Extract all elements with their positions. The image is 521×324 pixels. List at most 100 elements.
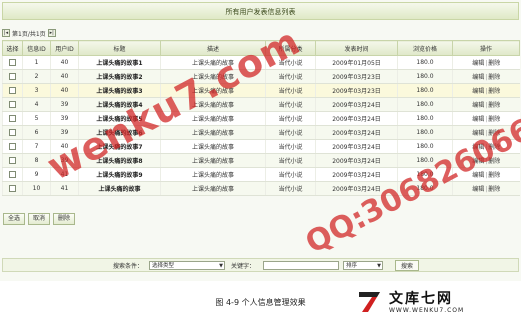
search-condition-label: 搜索条件： xyxy=(113,263,144,270)
type-select[interactable]: 选择类型 ▼ xyxy=(149,261,225,270)
row-select-checkbox[interactable] xyxy=(2,139,23,154)
logo-seven-icon xyxy=(359,292,380,312)
title-cell: 上课头痛的故事1 xyxy=(78,55,161,70)
row-select-checkbox[interactable] xyxy=(2,97,23,112)
info-id-cell: 1 xyxy=(22,55,51,70)
delete-link[interactable]: 删除 xyxy=(488,116,500,123)
publish-time-cell: 2009年03月23日 xyxy=(315,83,398,98)
price-cell: 180.0 xyxy=(397,125,453,140)
action-separator: | xyxy=(485,172,488,179)
action-separator: | xyxy=(485,186,488,193)
sort-select-value: 排序 xyxy=(346,263,358,269)
col-price: 浏览价格 xyxy=(397,40,453,56)
info-id-cell: 4 xyxy=(22,97,51,112)
cancel-button[interactable]: 取消 xyxy=(28,213,51,225)
col-info-id: 信息ID xyxy=(22,40,51,56)
delete-link[interactable]: 删除 xyxy=(488,88,500,95)
edit-link[interactable]: 编辑 xyxy=(472,116,484,123)
category-cell: 当代小说 xyxy=(265,125,316,140)
row-select-checkbox[interactable] xyxy=(2,83,23,98)
user-id-cell: 40 xyxy=(50,69,79,84)
publish-time-cell: 2009年03月23日 xyxy=(315,69,398,84)
price-cell: 180.0 xyxy=(397,55,453,70)
category-cell: 当代小说 xyxy=(265,181,316,196)
delete-link[interactable]: 删除 xyxy=(488,172,500,179)
delete-link[interactable]: 删除 xyxy=(488,102,500,109)
select-all-button[interactable]: 全选 xyxy=(3,213,26,225)
row-select-checkbox[interactable] xyxy=(2,69,23,84)
publish-time-cell: 2009年03月24日 xyxy=(315,153,398,168)
action-separator: | xyxy=(485,116,488,123)
action-separator: | xyxy=(485,60,488,67)
info-id-cell: 6 xyxy=(22,125,51,140)
next-page-icon[interactable]: ▸| xyxy=(47,29,56,37)
user-id-cell: 39 xyxy=(50,97,79,112)
actions-cell: 编辑|删除 xyxy=(452,97,520,112)
row-select-checkbox[interactable] xyxy=(2,167,23,182)
col-publish-time: 发表时间 xyxy=(315,40,398,56)
bulk-actions: 全选 取消 删除 xyxy=(3,213,76,225)
user-id-cell: 39 xyxy=(50,111,79,126)
category-cell: 当代小说 xyxy=(265,111,316,126)
table-row: 4 39 上课头痛的故事4 上课头痛的故事 当代小说 2009年03月24日 180.0 编辑… xyxy=(2,97,520,112)
publish-time-cell: 2009年03月24日 xyxy=(315,97,398,112)
type-select-value: 选择类型 xyxy=(152,263,175,269)
chevron-down-icon: ▼ xyxy=(219,263,223,269)
edit-link[interactable]: 编辑 xyxy=(472,60,484,67)
keyword-input[interactable] xyxy=(263,261,339,270)
user-id-cell: 40 xyxy=(50,83,79,98)
category-cell: 当代小说 xyxy=(265,153,316,168)
row-select-checkbox[interactable] xyxy=(2,125,23,140)
description-cell: 上课头痛的故事 xyxy=(160,167,266,182)
row-select-checkbox[interactable] xyxy=(2,111,23,126)
table-row: 3 40 上课头痛的故事3 上课头痛的故事 当代小说 2009年03月23日 180.0 编辑… xyxy=(2,83,520,98)
col-actions: 操作 xyxy=(452,40,520,56)
first-page-icon[interactable]: |◂ xyxy=(2,29,10,37)
price-cell: 180.0 xyxy=(397,139,453,154)
sort-select[interactable]: 排序 ▼ xyxy=(343,261,383,270)
delete-selected-button[interactable]: 删除 xyxy=(53,213,76,225)
description-cell: 上课头痛的故事 xyxy=(160,181,266,196)
info-id-cell: 10 xyxy=(22,181,51,196)
row-select-checkbox[interactable] xyxy=(2,153,23,168)
action-separator: | xyxy=(485,88,488,95)
actions-cell: 编辑|删除 xyxy=(452,83,520,98)
description-cell: 上课头痛的故事 xyxy=(160,153,266,168)
delete-link[interactable]: 删除 xyxy=(488,60,500,67)
table-row: 5 39 上课头痛的故事5 上课头痛的故事 当代小说 2009年03月24日 180.0 编辑… xyxy=(2,111,520,126)
description-cell: 上课头痛的故事 xyxy=(160,125,266,140)
description-cell: 上课头痛的故事 xyxy=(160,139,266,154)
category-cell: 当代小说 xyxy=(265,97,316,112)
delete-link[interactable]: 删除 xyxy=(488,74,500,81)
actions-cell: 编辑|删除 xyxy=(452,69,520,84)
actions-cell: 编辑|删除 xyxy=(452,181,520,196)
col-select: 选择 xyxy=(2,40,23,56)
edit-link[interactable]: 编辑 xyxy=(472,74,484,81)
search-bar: 搜索条件： 选择类型 ▼ 关键字： 排序 ▼ 搜索 xyxy=(2,258,519,272)
row-select-checkbox[interactable] xyxy=(2,181,23,196)
category-cell: 当代小说 xyxy=(265,83,316,98)
delete-link[interactable]: 删除 xyxy=(488,186,500,193)
publish-time-cell: 2009年03月24日 xyxy=(315,167,398,182)
row-select-checkbox[interactable] xyxy=(2,55,23,70)
search-button[interactable]: 搜索 xyxy=(395,260,420,271)
category-cell: 当代小说 xyxy=(265,139,316,154)
title-cell: 上课头痛的故事2 xyxy=(78,69,161,84)
page-indicator: 第1页/共1页 xyxy=(12,30,46,38)
info-id-cell: 3 xyxy=(22,83,51,98)
publish-time-cell: 2009年01月05日 xyxy=(315,55,398,70)
col-user-id: 用户ID xyxy=(50,40,79,56)
edit-link[interactable]: 编辑 xyxy=(472,102,484,109)
publish-time-cell: 2009年03月24日 xyxy=(315,125,398,140)
price-cell: 180.0 xyxy=(397,69,453,84)
actions-cell: 编辑|删除 xyxy=(452,55,520,70)
edit-link[interactable]: 编辑 xyxy=(472,186,484,193)
publish-time-cell: 2009年03月24日 xyxy=(315,111,398,126)
edit-link[interactable]: 编辑 xyxy=(472,88,484,95)
price-cell: 180.0 xyxy=(397,83,453,98)
col-title: 标题 xyxy=(78,40,161,56)
list-title: 所有用户发表信息列表 xyxy=(2,2,519,20)
info-id-cell: 5 xyxy=(22,111,51,126)
action-separator: | xyxy=(485,74,488,81)
logo-name: 文库七网 xyxy=(389,291,453,307)
